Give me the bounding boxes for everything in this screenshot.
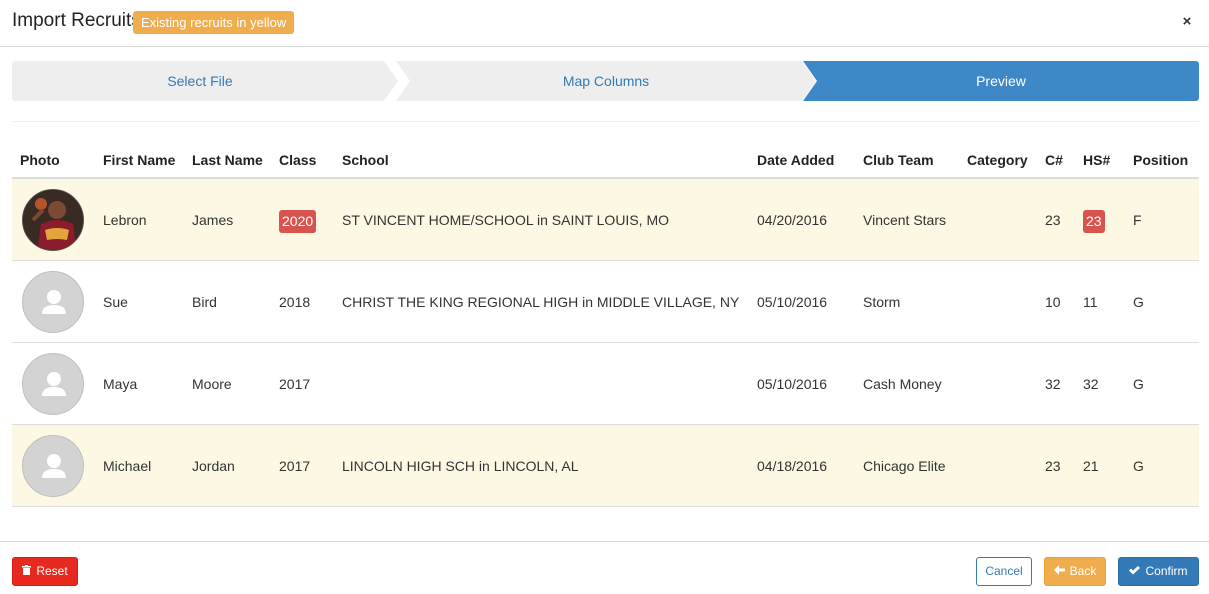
cancel-button[interactable]: Cancel	[976, 557, 1032, 586]
hs-number-conflict-badge: 23	[1083, 209, 1105, 233]
user-icon	[42, 290, 66, 314]
check-icon	[1129, 558, 1141, 585]
col-date-added: Date Added	[757, 152, 835, 168]
table-row: Lebron James 2020 ST VINCENT HOME/SCHOOL…	[12, 179, 1199, 261]
c-number: 32	[1045, 376, 1061, 392]
table-row: Maya Moore 2017 05/10/2016 Cash Money 32…	[12, 343, 1199, 425]
date-added: 05/10/2016	[757, 376, 828, 392]
last-name: Jordan	[192, 458, 235, 474]
step-select-file[interactable]: Select File	[12, 61, 398, 101]
position: G	[1133, 458, 1144, 474]
close-icon[interactable]: ×	[1179, 14, 1195, 30]
reset-button[interactable]: Reset	[12, 557, 78, 586]
col-school: School	[342, 152, 389, 168]
trash-icon	[22, 558, 32, 585]
position: G	[1133, 376, 1144, 392]
hs-number: 11	[1083, 294, 1098, 310]
table-header: Photo First Name Last Name Class School …	[12, 141, 1199, 179]
school: LINCOLN HIGH SCH in LINCOLN, AL	[342, 458, 579, 474]
wizard-steps: Select File Map Columns Preview	[12, 61, 1199, 101]
hs-number: 21	[1083, 458, 1099, 474]
avatar	[22, 271, 84, 333]
first-name: Michael	[103, 458, 152, 474]
modal-header: Import Recruits Existing recruits in yel…	[0, 0, 1209, 47]
col-club-team: Club Team	[863, 152, 934, 168]
class-conflict-badge: 2020	[279, 209, 317, 233]
reset-label: Reset	[36, 564, 68, 578]
col-class: Class	[279, 152, 317, 168]
col-category: Category	[967, 152, 1028, 168]
confirm-button[interactable]: Confirm	[1118, 557, 1199, 586]
date-added: 04/20/2016	[757, 212, 828, 228]
club-team: Vincent Stars	[863, 212, 947, 228]
col-hs-number: HS#	[1083, 152, 1111, 168]
player-photo	[22, 189, 84, 251]
class: 2018	[279, 294, 311, 310]
divider	[12, 121, 1199, 122]
position: G	[1133, 294, 1144, 310]
step-preview[interactable]: Preview	[803, 61, 1199, 101]
table-row: Sue Bird 2018 CHRIST THE KING REGIONAL H…	[12, 261, 1199, 343]
recruits-table: Photo First Name Last Name Class School …	[12, 141, 1199, 507]
class: 2017	[279, 458, 311, 474]
col-photo: Photo	[20, 152, 60, 168]
arrow-left-icon	[1053, 558, 1065, 585]
first-name: Lebron	[103, 212, 147, 228]
col-last-name: Last Name	[192, 152, 263, 168]
last-name: James	[192, 212, 234, 228]
modal-title: Import Recruits	[12, 10, 141, 31]
first-name: Maya	[103, 376, 138, 392]
table-row: Michael Jordan 2017 LINCOLN HIGH SCH in …	[12, 425, 1199, 507]
school: ST VINCENT HOME/SCHOOL in SAINT LOUIS, M…	[342, 212, 669, 228]
club-team: Storm	[863, 294, 901, 310]
col-first-name: First Name	[103, 152, 176, 168]
back-label: Back	[1069, 564, 1097, 578]
confirm-label: Confirm	[1145, 564, 1188, 578]
school: CHRIST THE KING REGIONAL HIGH in MIDDLE …	[342, 294, 740, 310]
c-number: 23	[1045, 212, 1061, 228]
c-number: 10	[1045, 294, 1061, 310]
last-name: Bird	[192, 294, 217, 310]
col-c-number: C#	[1045, 152, 1063, 168]
back-button[interactable]: Back	[1044, 557, 1106, 586]
hs-number: 32	[1083, 376, 1099, 392]
avatar	[22, 353, 84, 415]
first-name: Sue	[103, 294, 128, 310]
avatar	[22, 435, 84, 497]
user-icon	[42, 372, 66, 396]
modal-footer: Reset Cancel Back Confirm	[0, 541, 1209, 594]
club-team: Cash Money	[863, 376, 942, 392]
last-name: Moore	[192, 376, 232, 392]
existing-recruits-badge: Existing recruits in yellow	[133, 11, 295, 34]
col-position: Position	[1133, 152, 1189, 168]
date-added: 04/18/2016	[757, 458, 828, 474]
step-map-columns[interactable]: Map Columns	[396, 61, 816, 101]
club-team: Chicago Elite	[863, 458, 946, 474]
class: 2017	[279, 376, 311, 392]
user-icon	[42, 454, 66, 478]
position: F	[1133, 212, 1142, 228]
date-added: 05/10/2016	[757, 294, 828, 310]
c-number: 23	[1045, 458, 1061, 474]
